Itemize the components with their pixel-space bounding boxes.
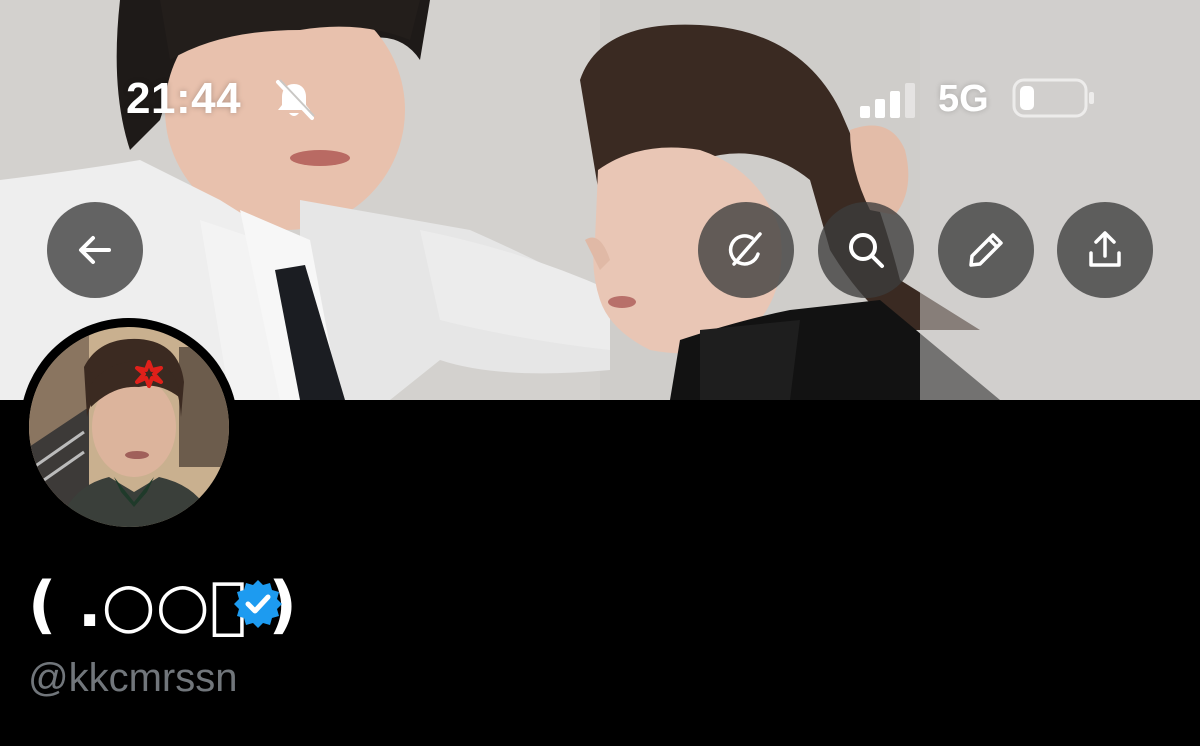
arrow-left-icon: [79, 236, 111, 264]
avatar[interactable]: [20, 318, 238, 536]
grok-button[interactable]: [698, 202, 794, 298]
status-time: 21:44: [126, 74, 242, 123]
network-type-label: 5G: [938, 78, 989, 120]
profile-screen: 21:44 5G (.○○ᷤ) @kkcmrssn: [0, 0, 1200, 746]
cellular-signal-icon: [860, 83, 915, 118]
search-icon: [849, 233, 884, 268]
bell-slash-icon: [276, 79, 315, 120]
verified-badge-icon[interactable]: [232, 578, 284, 630]
grok-icon: [728, 232, 762, 266]
search-button[interactable]: [818, 202, 914, 298]
edit-button[interactable]: [938, 202, 1034, 298]
avatar-image: [29, 327, 229, 527]
pencil-icon: [969, 233, 1003, 267]
back-button[interactable]: [47, 202, 143, 298]
share-upload-icon: [1089, 231, 1121, 267]
battery-low-icon: [1012, 78, 1094, 118]
avatar-photo: [29, 327, 229, 527]
share-button[interactable]: [1057, 202, 1153, 298]
profile-handle: @kkcmrssn: [28, 656, 238, 700]
